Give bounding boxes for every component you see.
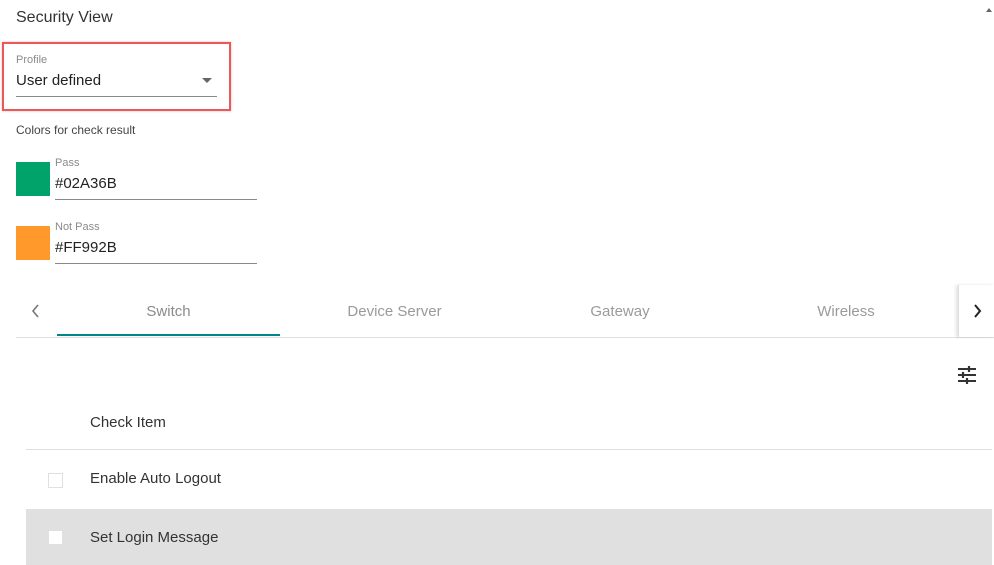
- table-row[interactable]: Enable Auto Logout: [26, 451, 992, 507]
- tab-scroll-left-button[interactable]: [16, 285, 56, 337]
- row-checkbox[interactable]: [48, 473, 63, 488]
- row-label: Set Login Message: [90, 529, 219, 546]
- page-title: Security View: [16, 9, 113, 26]
- chevron-left-icon: [31, 304, 39, 318]
- pass-label: Pass: [55, 157, 80, 169]
- pass-color-swatch[interactable]: [16, 162, 50, 196]
- tune-icon[interactable]: [956, 364, 978, 386]
- tab-scroll-right-button[interactable]: [958, 285, 994, 337]
- table-row[interactable]: Set Login Message: [26, 509, 992, 565]
- not-pass-color-input[interactable]: #FF992B: [55, 239, 117, 256]
- row-checkbox[interactable]: [48, 530, 63, 545]
- profile-select-underline: [16, 96, 217, 97]
- collapse-caret-icon[interactable]: [986, 8, 992, 12]
- not-pass-label: Not Pass: [55, 221, 100, 233]
- active-tab-indicator: [57, 334, 280, 336]
- dropdown-arrow-icon[interactable]: [202, 78, 212, 83]
- tab-device-server[interactable]: Device Server: [282, 285, 507, 337]
- tab-gateway[interactable]: Gateway: [507, 285, 733, 337]
- profile-select[interactable]: User defined: [16, 72, 101, 89]
- tab-wireless[interactable]: Wireless: [733, 285, 959, 337]
- tabs-divider: [16, 337, 994, 338]
- profile-label: Profile: [16, 54, 48, 66]
- row-label: Enable Auto Logout: [90, 470, 221, 487]
- column-header-check-item[interactable]: Check Item: [90, 414, 166, 431]
- not-pass-color-swatch[interactable]: [16, 226, 50, 260]
- pass-input-underline: [55, 199, 257, 200]
- colors-section-title: Colors for check result: [16, 123, 136, 137]
- table-header-divider: [26, 449, 992, 450]
- chevron-right-icon: [974, 304, 982, 318]
- tab-switch[interactable]: Switch: [57, 285, 280, 337]
- pass-color-input[interactable]: #02A36B: [55, 175, 117, 192]
- not-pass-input-underline: [55, 263, 257, 264]
